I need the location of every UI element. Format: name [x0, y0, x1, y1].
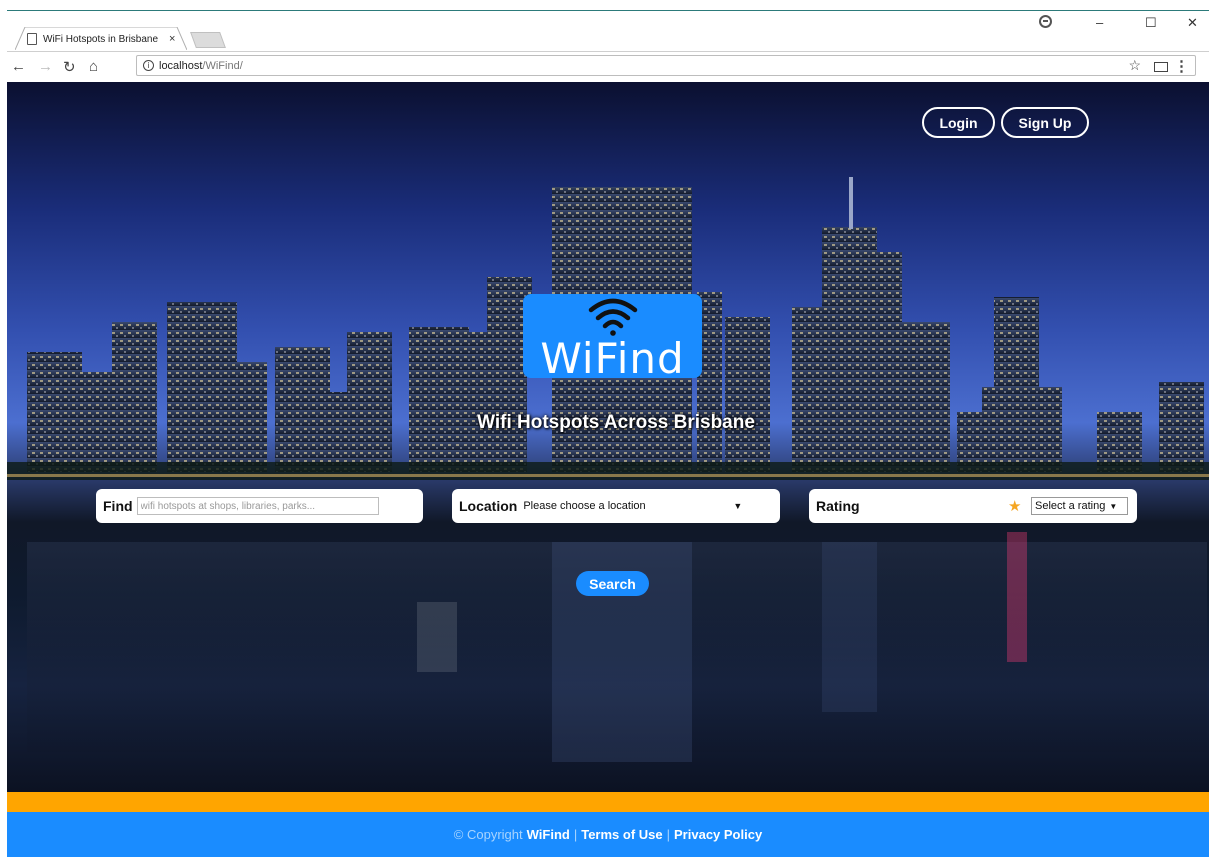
location-select[interactable]: Please choose a location	[523, 500, 733, 512]
terms-of-use-link[interactable]: Terms of Use	[581, 827, 662, 842]
rating-select-value: Select a rating	[1035, 500, 1106, 512]
search-button[interactable]: Search	[576, 571, 649, 596]
browser-toolbar: ← → ↻ ⌂ i localhost/WiFind/ ☆ ⋮	[7, 51, 1209, 81]
star-icon: ★	[1008, 497, 1022, 515]
page-icon	[27, 33, 37, 45]
footer-stripe	[7, 792, 1209, 812]
forward-icon[interactable]: →	[38, 58, 53, 75]
url-host: localhost	[159, 59, 203, 72]
logo-text: WiFind	[540, 334, 685, 383]
wifind-logo: WiFind	[523, 294, 702, 383]
url-text: localhost/WiFind/	[159, 60, 243, 72]
home-icon[interactable]: ⌂	[89, 58, 98, 75]
minimize-icon[interactable]: –	[1096, 15, 1103, 30]
rating-select[interactable]: Select a rating ▼	[1031, 497, 1128, 515]
browser-chrome: WiFi Hotspots in Brisbane × – ☐ ✕ ← → ↻ …	[7, 10, 1209, 82]
find-input[interactable]	[136, 497, 379, 515]
footer: © Copyright WiFind | Terms of Use | Priv…	[7, 812, 1209, 857]
city-skyline-image	[7, 177, 1209, 762]
back-icon[interactable]: ←	[11, 58, 26, 75]
footer-brand-link[interactable]: WiFind	[527, 827, 570, 842]
info-icon[interactable]: i	[143, 60, 154, 71]
chevron-down-icon[interactable]: ▼	[733, 501, 742, 511]
maximize-icon[interactable]: ☐	[1145, 15, 1157, 31]
rating-panel: Rating ★ Select a rating ▼	[809, 489, 1137, 523]
signup-button[interactable]: Sign Up	[1001, 107, 1089, 138]
copyright-text: © Copyright	[453, 827, 523, 842]
url-path: /WiFind/	[202, 59, 243, 72]
location-label: Location	[459, 498, 518, 514]
rating-label: Rating	[816, 498, 860, 514]
find-panel: Find	[96, 489, 423, 523]
privacy-policy-link[interactable]: Privacy Policy	[674, 827, 762, 842]
footer-separator: |	[666, 827, 671, 842]
tab-close-icon[interactable]: ×	[169, 33, 175, 45]
tab-strip: WiFi Hotspots in Brisbane × – ☐ ✕	[7, 11, 1209, 50]
hero-background: Login Sign Up WiFind Wifi Hotspots Acros…	[7, 82, 1209, 792]
tab-active[interactable]: WiFi Hotspots in Brisbane ×	[27, 30, 187, 48]
reload-icon[interactable]: ↻	[63, 58, 76, 76]
chevron-down-icon: ▼	[1109, 501, 1118, 511]
new-tab-button[interactable]	[190, 32, 226, 48]
footer-separator: |	[573, 827, 578, 842]
bookmark-star-icon[interactable]: ☆	[1128, 57, 1141, 74]
wifi-icon	[588, 298, 638, 336]
address-bar[interactable]: i localhost/WiFind/ ☆ ⋮	[136, 55, 1196, 76]
location-panel: Location Please choose a location ▼	[452, 489, 780, 523]
login-button[interactable]: Login	[922, 107, 995, 138]
close-window-icon[interactable]: ✕	[1187, 15, 1198, 31]
cast-icon[interactable]	[1154, 62, 1168, 72]
find-label: Find	[103, 498, 133, 514]
browser-menu-icon[interactable]: ⋮	[1174, 57, 1189, 75]
tagline: Wifi Hotspots Across Brisbane	[477, 412, 755, 433]
profile-icon[interactable]	[1039, 15, 1052, 28]
tab-title: WiFi Hotspots in Brisbane	[43, 33, 159, 45]
page: Login Sign Up WiFind Wifi Hotspots Acros…	[7, 82, 1209, 857]
